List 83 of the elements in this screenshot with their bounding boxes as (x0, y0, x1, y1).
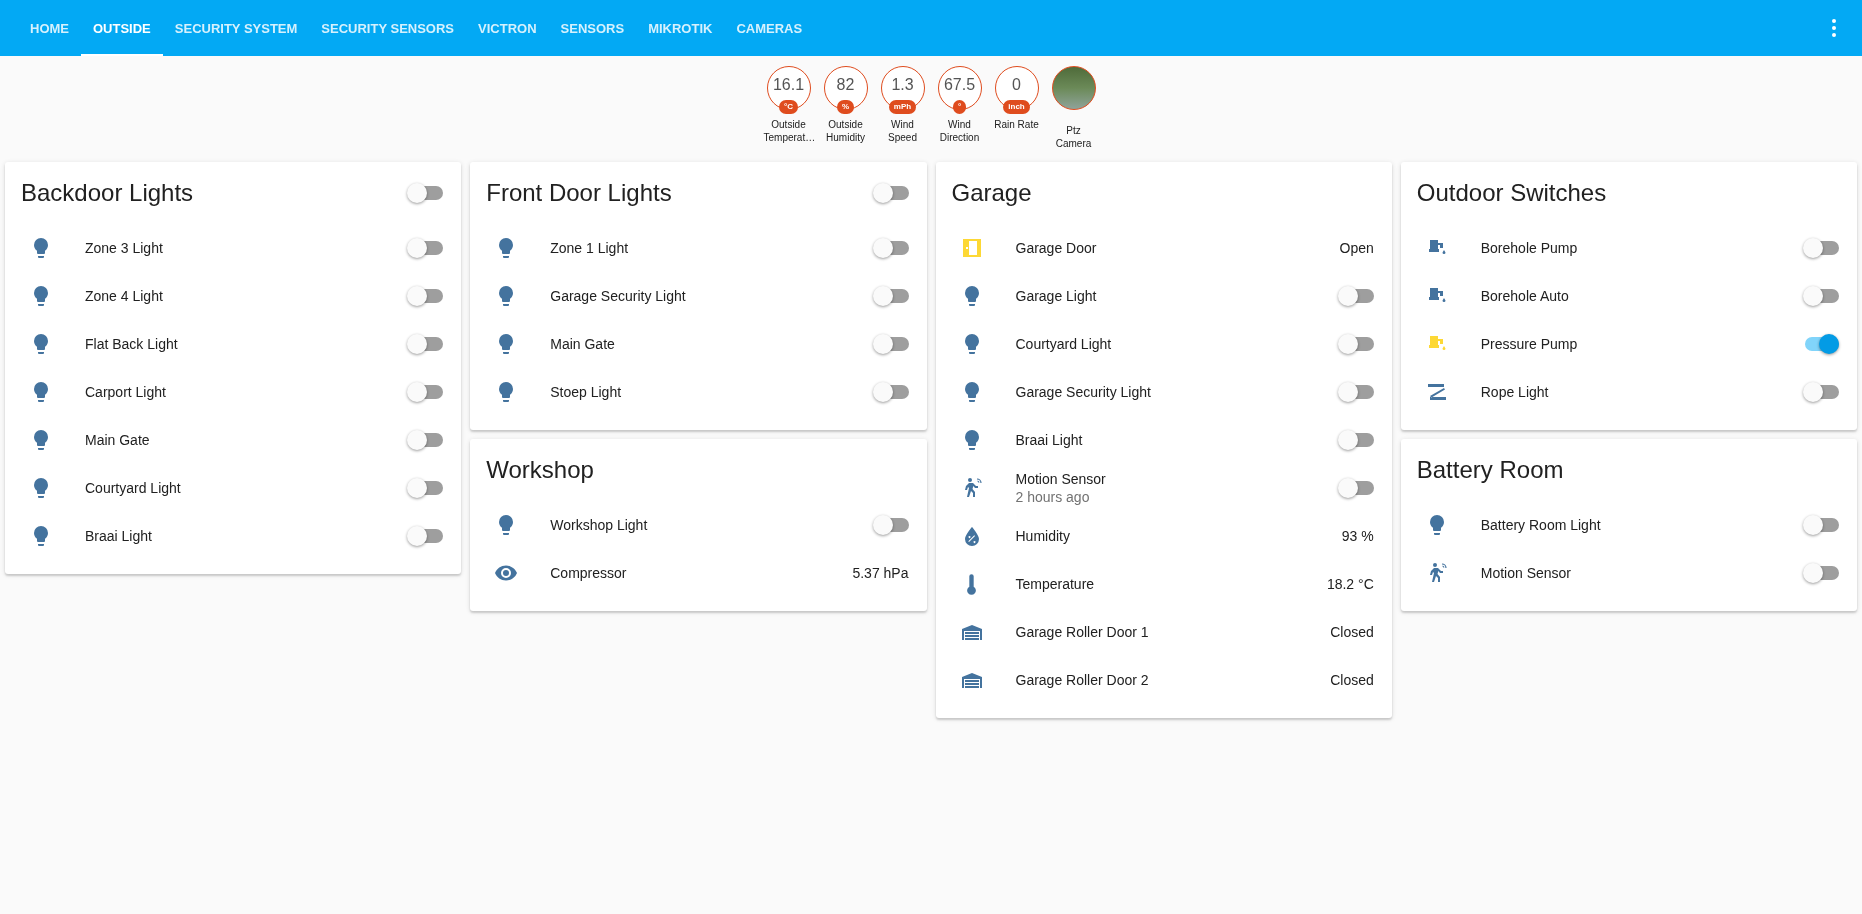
entity-state: 93 % (1341, 528, 1374, 544)
toggle-switch[interactable] (872, 382, 909, 402)
toggle-switch[interactable] (872, 515, 909, 535)
entity-name[interactable]: Braai Light (85, 528, 408, 544)
unit-label: mPh (888, 100, 917, 114)
entity-state: 5.37 hPa (852, 565, 909, 581)
badge-value: 0 (1012, 76, 1021, 94)
toggle-switch[interactable] (1337, 430, 1374, 450)
entity-name[interactable]: Motion Sensor (1015, 471, 1338, 487)
entity-name[interactable]: Zone 1 Light (550, 240, 873, 256)
entity-name[interactable]: Courtyard Light (85, 480, 408, 496)
entity-name[interactable]: Humidity (1015, 528, 1342, 544)
toggle-switch[interactable] (1337, 286, 1374, 306)
badge-label: Wind Speed (887, 118, 918, 144)
badge-label: Outside Temperat… (763, 118, 814, 144)
last-changed: 2 hours ago (1015, 489, 1091, 505)
card-title: Workshop (486, 456, 594, 484)
toggle-switch[interactable] (1803, 382, 1839, 402)
card-title: Front Door Lights (486, 179, 672, 207)
entity-name[interactable]: Garage Security Light (550, 288, 873, 304)
card-title: Garage (951, 179, 1032, 207)
entity-name[interactable]: Temperature (1015, 576, 1327, 592)
toggle-switch[interactable] (1803, 334, 1839, 354)
entity-name[interactable]: Zone 4 Light (85, 288, 408, 304)
toggle-switch[interactable] (407, 478, 444, 498)
unit-label: % (836, 100, 855, 114)
entity-name[interactable]: Courtyard Light (1015, 336, 1338, 352)
entity-name[interactable]: Borehole Auto (1480, 288, 1803, 304)
entity-name[interactable]: Garage Roller Door 1 (1015, 624, 1331, 640)
badge-value: 1.3 (891, 76, 914, 94)
entity-state: Closed (1330, 672, 1374, 688)
card-title: Outdoor Switches (1416, 179, 1607, 207)
toggle-switch[interactable] (872, 286, 909, 306)
entity-name[interactable]: Main Gate (85, 432, 408, 448)
entity-name[interactable]: Stoep Light (550, 384, 873, 400)
toggle-switch[interactable] (1337, 334, 1374, 354)
unit-label: inch (1003, 100, 1030, 114)
entity-name[interactable]: Carport Light (85, 384, 408, 400)
entity-name[interactable]: Garage Roller Door 2 (1015, 672, 1331, 688)
toggle-switch[interactable] (872, 238, 909, 258)
entity-name[interactable]: Flat Back Light (85, 336, 408, 352)
toggle-switch[interactable] (1803, 563, 1839, 583)
badge-value: 16.1 (772, 76, 805, 94)
entity-state: 18.2 °C (1326, 576, 1374, 592)
unit-label: °C (779, 100, 798, 114)
entity-name[interactable]: Garage Security Light (1015, 384, 1338, 400)
toggle-switch[interactable] (407, 286, 444, 306)
toggle-switch[interactable] (872, 334, 909, 354)
badge-value: 82 (836, 76, 855, 94)
toggle-switch[interactable] (407, 430, 444, 450)
entity-name[interactable]: Garage Light (1015, 288, 1338, 304)
entity-state: Closed (1330, 624, 1374, 640)
entity-name[interactable]: Zone 3 Light (85, 240, 408, 256)
entity-state: Open (1339, 240, 1374, 256)
toggle-switch[interactable] (407, 526, 444, 546)
entity-name[interactable]: Main Gate (550, 336, 873, 352)
entity-name[interactable]: Borehole Pump (1480, 240, 1803, 256)
toggle-switch[interactable] (872, 183, 909, 203)
badge-value: 67.5 (943, 76, 976, 94)
card-title: Battery Room (1416, 456, 1564, 484)
toggle-switch[interactable] (1803, 286, 1839, 306)
entity-name[interactable]: Rope Light (1480, 384, 1803, 400)
toggle-switch[interactable] (1803, 238, 1839, 258)
entity-name[interactable]: Workshop Light (550, 517, 873, 533)
badge-label: Wind Direction (938, 118, 981, 144)
entity-name[interactable]: Compressor (550, 565, 853, 581)
badge-label: Rain Rate (993, 118, 1040, 131)
toggle-switch[interactable] (407, 183, 444, 203)
entity-name[interactable]: Braai Light (1015, 432, 1338, 448)
badge-label: Outside Humidity (825, 118, 866, 144)
entity-name[interactable]: Garage Door (1015, 240, 1340, 256)
toggle-switch[interactable] (407, 382, 444, 402)
toggle-switch[interactable] (1337, 382, 1374, 402)
toggle-switch[interactable] (407, 334, 444, 354)
toggle-switch[interactable] (1337, 478, 1374, 498)
card-title: Backdoor Lights (21, 179, 194, 207)
entity-name[interactable]: Motion Sensor (1480, 565, 1803, 581)
toggle-switch[interactable] (407, 238, 444, 258)
badge-label: Ptz Camera (1054, 124, 1093, 150)
entity-name[interactable]: Battery Room Light (1480, 517, 1803, 533)
toggle-switch[interactable] (1803, 515, 1839, 535)
photo-placeholder[interactable] (1051, 66, 1096, 110)
entity-name[interactable]: Pressure Pump (1480, 336, 1803, 352)
